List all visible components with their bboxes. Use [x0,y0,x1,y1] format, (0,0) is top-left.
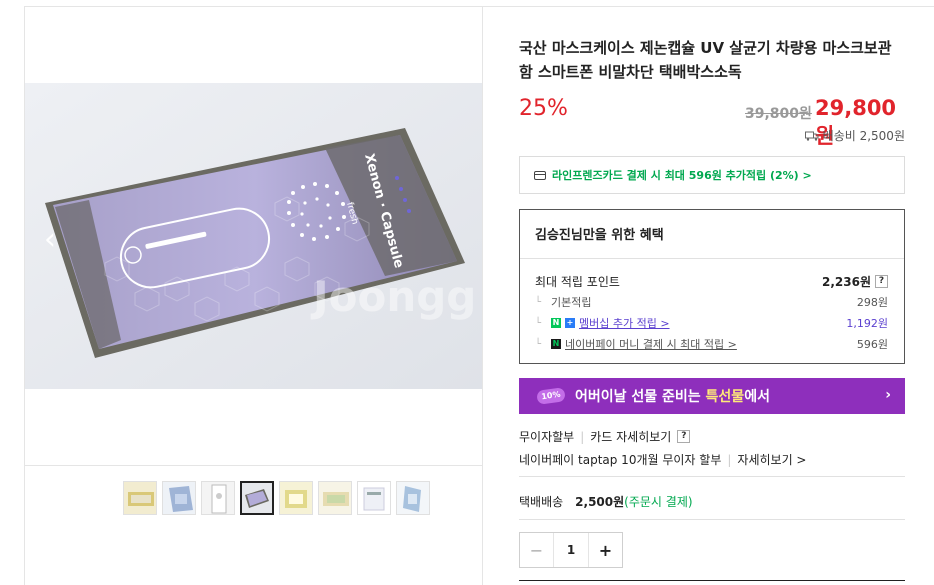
discount-rate: 25% [519,96,568,121]
xenon-capsule-device-illustration: Xenon · Capsule fresh Joongg [25,83,482,389]
tree-branch-icon: └ [535,296,542,308]
thumbnail-8[interactable] [396,481,430,515]
benefits-header: 김승진님만을 위한 혜택 [520,210,904,259]
coupon-icon: 10% [536,387,566,405]
chevron-right-icon: › [885,387,891,403]
delivery-label: 택배배송 [519,495,564,509]
decrease-quantity-button[interactable]: − [520,533,554,567]
delivery-price: 2,500원 [575,495,625,509]
divider [519,519,905,520]
thumbnail-3[interactable] [201,481,235,515]
details-link[interactable]: 자세히보기 > [737,451,806,468]
product-main-image: Xenon · Capsule fresh Joongg [25,83,482,389]
banner-text: 어버이날 선물 준비는 특선물에서 [575,389,770,405]
help-icon[interactable]: ? [677,430,691,443]
thumbnail-6[interactable] [318,481,352,515]
quantity-value[interactable]: 1 [554,533,588,567]
basic-points-row: └ 기본적립 298원 [535,294,888,310]
naverpay-installment-text: 네이버페이 taptap 10개월 무이자 할부 [519,453,722,467]
increase-quantity-button[interactable]: + [588,533,622,567]
product-title: 국산 마스크케이스 제논캡슐 UV 살균기 차량용 마스크보관함 스마트폰 비말… [519,39,892,81]
watermark-text: Joongg [310,272,476,321]
divider [519,476,905,477]
prev-image-arrow-icon[interactable]: ‹ [38,222,62,258]
card-offer-text: 라인프렌즈카드 결제 시 최대 596원 추가적립 (2%) > [552,169,812,182]
tree-branch-icon: └ [535,338,542,350]
credit-card-icon [534,170,546,180]
benefits-box: 김승진님만을 위한 혜택 최대 적립 포인트 2,236원 ? └ 기본적립 29… [519,209,905,364]
basic-points-label: 기본적립 [551,296,592,309]
membership-points-link[interactable]: 멤버십 추가 적립 > [579,315,670,331]
truck-icon [804,131,819,141]
basic-points-value: 298원 [856,296,888,309]
thumbnail-5[interactable] [279,481,313,515]
card-details-link[interactable]: 카드 자세히보기 [590,428,671,445]
parents-day-banner[interactable]: 10% 어버이날 선물 준비는 특선물에서 › [519,378,905,414]
thumb-divider [25,465,482,466]
original-price: 39,800원 [745,106,812,122]
naverpay-points-value: 596원 [856,338,888,351]
thumbnail-7[interactable] [357,481,391,515]
naverpay-installment-line: 네이버페이 taptap 10개월 무이자 할부 | 자세히보기 > [519,451,807,468]
shipping-fee-text: 배송비 2,500원 [822,129,905,143]
naverpay-points-link[interactable]: 네이버페이 머니 결제 시 최대 적립 > [565,336,737,352]
naverpay-icon: N [551,339,561,349]
thumbnail-strip [123,481,430,515]
next-image-arrow-icon[interactable]: › [444,0,830,36]
help-icon[interactable]: ? [875,275,888,288]
quantity-stepper: − 1 + [519,532,623,568]
max-points-row: 최대 적립 포인트 2,236원 ? [535,273,888,290]
naverpay-points-row: └ N 네이버페이 머니 결제 시 최대 적립 > 596원 [535,336,888,352]
delivery-row: 택배배송 2,500원(주문시 결제) [519,493,693,510]
max-points-value: 2,236원 [822,275,871,289]
card-offer-banner[interactable]: 라인프렌즈카드 결제 시 최대 596원 추가적립 (2%) > [519,156,905,194]
installment-line: 무이자할부 | 카드 자세히보기 ? [519,428,691,445]
naver-n-icon: N [551,318,561,328]
membership-points-value: 1,192원 [846,317,888,330]
installment-label: 무이자할부 [519,430,575,444]
max-points-label: 최대 적립 포인트 [535,275,620,289]
thumbnail-4[interactable] [240,481,274,515]
thumbnail-1[interactable] [123,481,157,515]
delivery-condition: (주문시 결제) [624,495,693,509]
tree-branch-icon: └ [535,317,542,329]
plus-membership-icon: + [565,318,575,328]
thumbnail-2[interactable] [162,481,196,515]
shipping-fee-note: 배송비 2,500원 [804,127,905,144]
membership-points-row: └ N + 멤버십 추가 적립 > 1,192원 [535,315,888,331]
divider [519,580,905,581]
